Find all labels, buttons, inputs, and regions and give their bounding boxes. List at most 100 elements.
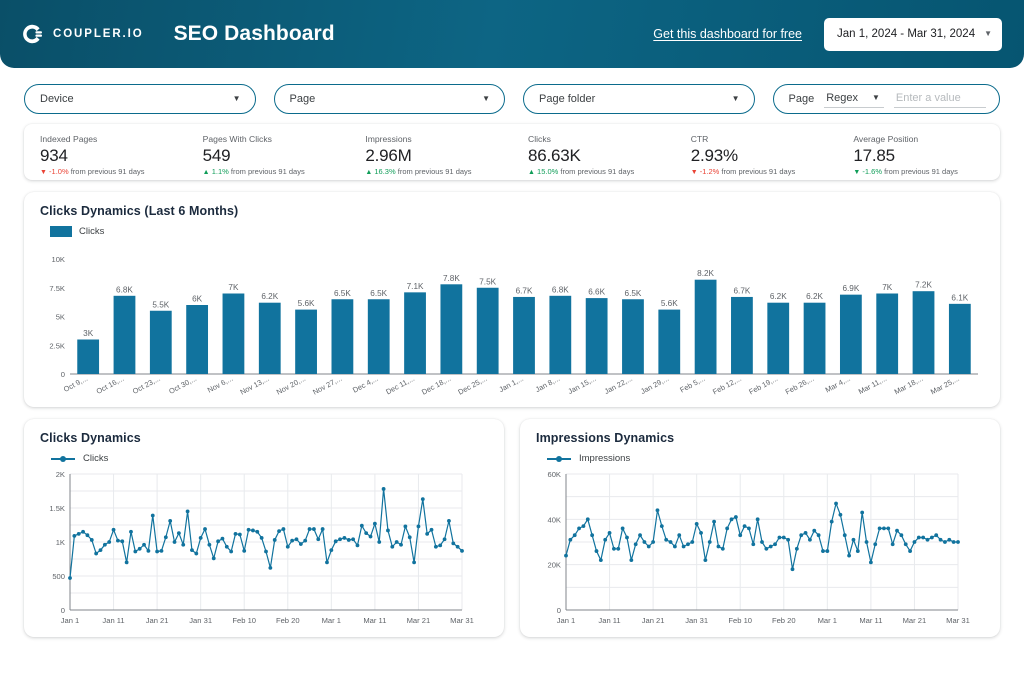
- data-point[interactable]: [368, 534, 373, 539]
- data-point[interactable]: [868, 560, 873, 565]
- data-point[interactable]: [590, 533, 595, 538]
- filter-device[interactable]: Device ▼: [24, 84, 256, 114]
- data-point[interactable]: [451, 541, 456, 546]
- data-point[interactable]: [829, 519, 834, 524]
- data-point[interactable]: [855, 549, 860, 553]
- regex-match-type-select[interactable]: Regex ▼: [824, 91, 884, 108]
- data-point[interactable]: [346, 538, 351, 542]
- data-point[interactable]: [359, 523, 364, 528]
- data-point[interactable]: [943, 540, 947, 544]
- data-point[interactable]: [655, 508, 660, 513]
- data-point[interactable]: [808, 537, 812, 542]
- data-point[interactable]: [607, 531, 612, 535]
- data-point[interactable]: [425, 531, 430, 536]
- bar[interactable]: [367, 299, 390, 374]
- data-point[interactable]: [102, 542, 107, 547]
- data-point[interactable]: [298, 542, 303, 546]
- data-point[interactable]: [129, 529, 133, 534]
- data-point[interactable]: [190, 548, 194, 553]
- data-point[interactable]: [895, 528, 899, 533]
- data-point[interactable]: [403, 524, 408, 529]
- data-point[interactable]: [168, 519, 173, 523]
- data-point[interactable]: [947, 537, 952, 542]
- bar[interactable]: [585, 298, 608, 374]
- data-point[interactable]: [781, 535, 786, 540]
- bar[interactable]: [113, 295, 136, 374]
- data-point[interactable]: [786, 537, 791, 542]
- data-point[interactable]: [394, 540, 399, 544]
- data-point[interactable]: [620, 526, 625, 531]
- data-point[interactable]: [908, 549, 912, 553]
- bar[interactable]: [513, 296, 535, 374]
- data-point[interactable]: [111, 527, 116, 532]
- data-point[interactable]: [364, 531, 369, 536]
- data-point[interactable]: [442, 537, 447, 542]
- data-point[interactable]: [307, 527, 312, 531]
- data-point[interactable]: [646, 544, 651, 549]
- data-point[interactable]: [886, 526, 891, 531]
- data-point[interactable]: [285, 544, 290, 549]
- line-chart-clicks[interactable]: 0 500 1K 1.5K 2K Jan 1 Jan 11 Jan 21 Jan 31 Feb 1…: [36, 466, 490, 636]
- data-point[interactable]: [686, 542, 690, 547]
- data-point[interactable]: [733, 515, 738, 519]
- data-point[interactable]: [242, 548, 247, 553]
- data-point[interactable]: [577, 526, 581, 531]
- data-point[interactable]: [729, 517, 734, 522]
- data-point[interactable]: [794, 546, 799, 551]
- data-point[interactable]: [338, 537, 342, 542]
- data-point[interactable]: [355, 543, 360, 548]
- data-point[interactable]: [81, 529, 85, 534]
- data-point[interactable]: [229, 549, 234, 554]
- bar[interactable]: [694, 279, 717, 374]
- data-point[interactable]: [938, 537, 943, 542]
- data-point[interactable]: [581, 524, 586, 529]
- bar[interactable]: [149, 310, 172, 374]
- data-point[interactable]: [89, 538, 94, 542]
- data-point[interactable]: [351, 537, 356, 542]
- data-point[interactable]: [416, 524, 421, 529]
- data-point[interactable]: [903, 542, 908, 547]
- data-point[interactable]: [447, 519, 451, 523]
- data-point[interactable]: [98, 548, 103, 553]
- data-point[interactable]: [290, 538, 295, 543]
- data-point[interactable]: [564, 553, 568, 558]
- data-point[interactable]: [681, 544, 686, 549]
- data-point[interactable]: [690, 540, 695, 544]
- get-dashboard-link[interactable]: Get this dashboard for free: [653, 27, 802, 41]
- data-point[interactable]: [790, 567, 795, 572]
- data-point[interactable]: [181, 542, 186, 547]
- data-point[interactable]: [851, 537, 856, 542]
- data-point[interactable]: [568, 537, 573, 542]
- data-point[interactable]: [316, 537, 321, 542]
- bar[interactable]: [731, 296, 753, 374]
- data-point[interactable]: [176, 531, 181, 536]
- data-point[interactable]: [864, 540, 869, 544]
- data-point[interactable]: [137, 546, 142, 551]
- data-point[interactable]: [882, 526, 886, 531]
- data-point[interactable]: [890, 542, 895, 547]
- data-point[interactable]: [185, 509, 190, 514]
- data-point[interactable]: [329, 548, 334, 553]
- data-point[interactable]: [755, 517, 760, 522]
- data-point[interactable]: [707, 540, 712, 544]
- bar[interactable]: [658, 309, 681, 374]
- data-point[interactable]: [259, 536, 264, 540]
- filter-page-folder[interactable]: Page folder ▼: [523, 84, 755, 114]
- data-point[interactable]: [460, 548, 464, 553]
- data-point[interactable]: [277, 529, 281, 534]
- data-point[interactable]: [255, 529, 260, 534]
- data-point[interactable]: [651, 540, 656, 544]
- data-point[interactable]: [237, 532, 242, 537]
- data-point[interactable]: [677, 533, 682, 538]
- data-point[interactable]: [751, 542, 756, 547]
- data-point[interactable]: [155, 549, 160, 554]
- data-point[interactable]: [834, 501, 838, 506]
- data-point[interactable]: [407, 535, 412, 540]
- data-point[interactable]: [264, 549, 268, 554]
- data-point[interactable]: [768, 544, 773, 549]
- bar[interactable]: [440, 284, 463, 374]
- data-point[interactable]: [433, 544, 438, 549]
- data-point[interactable]: [812, 528, 817, 533]
- data-point[interactable]: [251, 528, 255, 533]
- data-point[interactable]: [85, 533, 90, 538]
